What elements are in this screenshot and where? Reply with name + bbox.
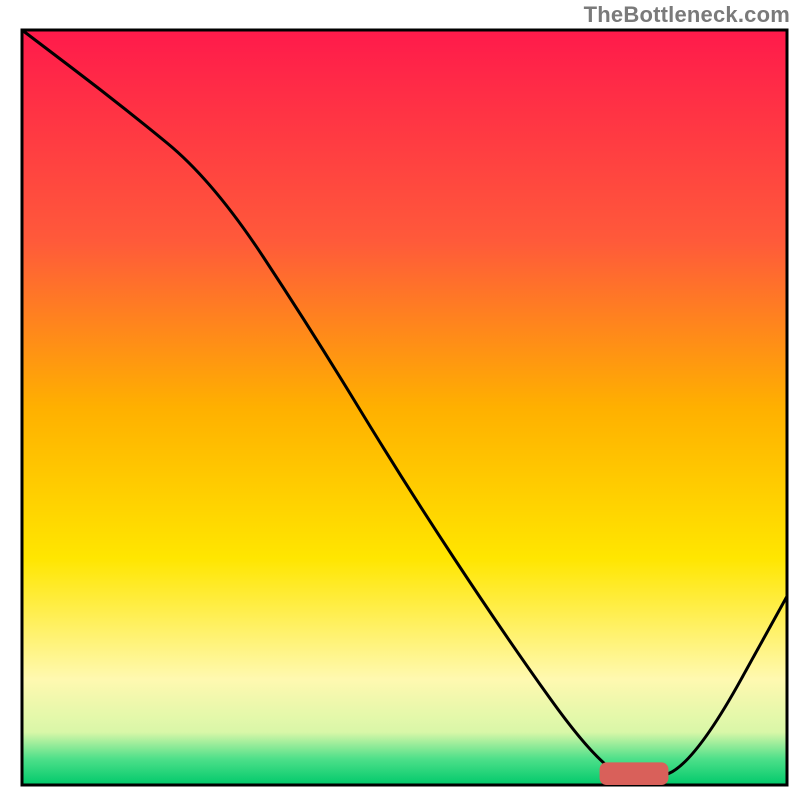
bottleneck-chart [0,0,800,800]
attribution-label: TheBottleneck.com [584,2,790,28]
chart-container: TheBottleneck.com [0,0,800,800]
plot-background [22,30,787,785]
optimal-marker [600,762,669,785]
